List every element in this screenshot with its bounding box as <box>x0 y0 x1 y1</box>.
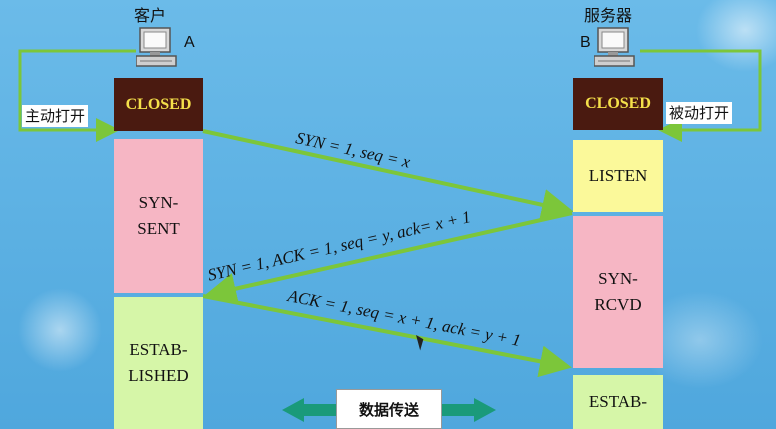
data-transfer-label: 数据传送 <box>336 389 442 429</box>
server-state-listen: LISTEN <box>573 140 663 212</box>
double-arrow-icon <box>282 398 336 422</box>
server-state-closed: CLOSED <box>573 78 663 130</box>
client-state-established: ESTAB- LISHED <box>114 297 203 429</box>
server-state-established: ESTAB- <box>573 375 663 429</box>
client-state-syn-sent: SYN- SENT <box>114 139 203 293</box>
server-state-syn-rcvd: SYN- RCVD <box>573 216 663 368</box>
active-open-label: 主动打开 <box>22 105 89 127</box>
client-state-closed: CLOSED <box>114 78 203 131</box>
passive-open-label: 被动打开 <box>666 102 733 124</box>
